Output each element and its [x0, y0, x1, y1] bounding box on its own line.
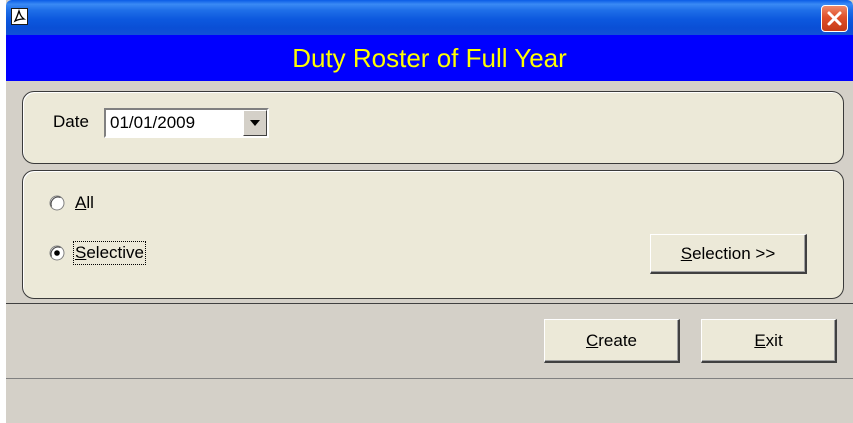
exit-button[interactable]: Exit: [701, 319, 837, 363]
dialog-window: Duty Roster of Full Year Date 01/01/2009…: [6, 0, 853, 423]
create-button-mnemonic: C: [585, 331, 599, 350]
date-group: Date 01/01/2009: [22, 91, 844, 164]
date-value[interactable]: 01/01/2009: [110, 113, 195, 133]
radio-selective-label-rest: elective: [86, 243, 144, 262]
radio-selective-circle[interactable]: [49, 245, 65, 261]
acrobat-icon[interactable]: [11, 8, 28, 25]
status-strip: [6, 379, 853, 409]
button-footer: Create Exit: [6, 303, 853, 409]
radio-all-circle[interactable]: [49, 195, 65, 211]
date-dropdown-button[interactable]: [243, 110, 267, 136]
radio-selective-label[interactable]: Selective: [73, 241, 146, 265]
radio-selective-mnemonic: S: [75, 243, 87, 262]
selection-button-label: election >>: [692, 244, 776, 263]
chevron-down-icon: [250, 120, 260, 126]
selection-group: All Selective Selection >>: [22, 170, 844, 299]
close-button[interactable]: [821, 5, 848, 32]
selection-button[interactable]: Selection >>: [650, 234, 807, 274]
radio-all-label-rest: ll: [86, 193, 94, 212]
radio-all-mnemonic: A: [75, 193, 87, 212]
exit-button-mnemonic: E: [754, 331, 766, 350]
close-icon: [827, 11, 842, 26]
radio-all-label[interactable]: All: [75, 193, 94, 213]
create-button[interactable]: Create: [544, 319, 680, 363]
date-label: Date: [53, 112, 89, 131]
exit-button-label: xit: [765, 331, 783, 350]
title-bar[interactable]: [6, 0, 853, 35]
selection-button-mnemonic: S: [680, 244, 693, 263]
create-button-label: reate: [598, 331, 638, 350]
form-title: Duty Roster of Full Year: [6, 35, 853, 81]
date-combo[interactable]: 01/01/2009: [104, 108, 269, 138]
form-body: Duty Roster of Full Year Date 01/01/2009…: [6, 35, 853, 423]
